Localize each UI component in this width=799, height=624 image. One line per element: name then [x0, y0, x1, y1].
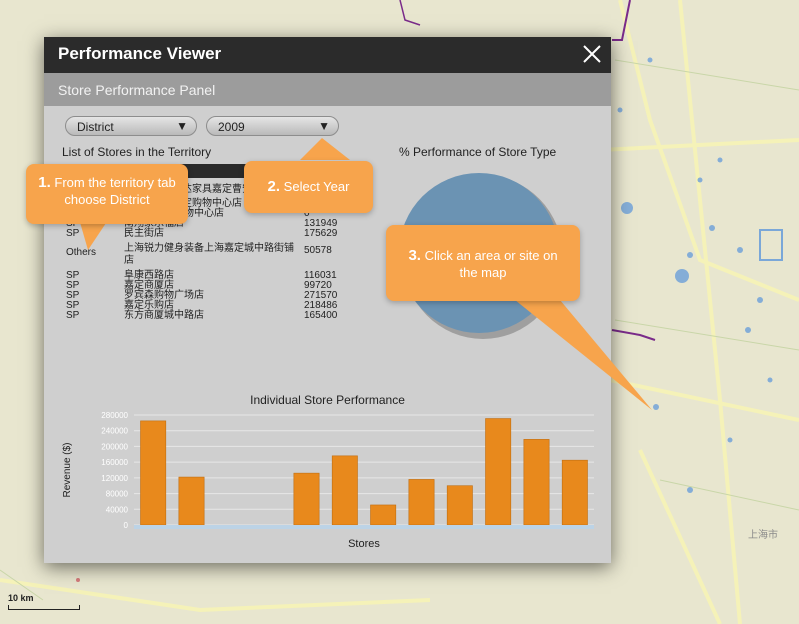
store-list-title: List of Stores in the Territory	[62, 145, 212, 159]
bar[interactable]	[331, 455, 358, 526]
y-tick-label: 120000	[101, 474, 128, 483]
map-scale-bar	[8, 605, 80, 610]
district-dropdown[interactable]: District ▼	[65, 116, 197, 136]
store-revenue-bar-chart[interactable]: 0 40000 80000 120000 160000 200000 240000 28000…	[54, 407, 604, 557]
chevron-down-icon: ▼	[318, 119, 330, 133]
callout-step-1: 1. From the territory tab choose Distric…	[26, 164, 188, 224]
bar[interactable]	[485, 418, 512, 526]
bar-chart-title: Individual Store Performance	[250, 393, 405, 407]
y-tick-label: 40000	[106, 505, 129, 514]
bar[interactable]	[561, 459, 588, 526]
y-tick-label: 200000	[101, 442, 128, 451]
map-scale-label: 10 km	[8, 593, 34, 603]
map-city-label: 上海市	[748, 530, 778, 541]
district-dropdown-value: District	[77, 120, 114, 134]
callout-step-2: 2. Select Year	[244, 161, 373, 213]
panel-header: Store Performance Panel	[44, 73, 611, 106]
bar[interactable]	[523, 439, 550, 526]
bar[interactable]	[446, 485, 473, 526]
panel-title: Store Performance Panel	[58, 82, 216, 98]
bar[interactable]	[293, 472, 320, 526]
viewer-titlebar[interactable]: Performance Viewer	[44, 37, 611, 73]
y-tick-label: 0	[124, 521, 129, 530]
year-dropdown-value: 2009	[218, 120, 245, 134]
year-dropdown[interactable]: 2009 ▼	[206, 116, 339, 136]
bar-chart-y-ticks: 0 40000 80000 120000 160000 200000 240000 28000…	[101, 411, 128, 530]
bar-chart-y-axis-label: Revenue ($)	[62, 442, 73, 497]
callout-step-3: 3. Click an area or site on the map	[386, 225, 580, 301]
viewer-title: Performance Viewer	[58, 44, 222, 63]
y-tick-label: 280000	[101, 411, 128, 420]
bar[interactable]	[178, 476, 205, 526]
bar-chart-x-axis-label: Stores	[348, 538, 380, 550]
y-tick-label: 160000	[101, 458, 128, 467]
y-tick-label: 240000	[101, 427, 128, 436]
bar[interactable]	[140, 420, 167, 526]
y-tick-label: 80000	[106, 490, 129, 499]
bar[interactable]	[370, 504, 397, 526]
bar[interactable]	[408, 479, 435, 526]
pie-chart-title: % Performance of Store Type	[399, 145, 557, 159]
chevron-down-icon: ▼	[176, 119, 188, 133]
close-icon[interactable]	[581, 43, 603, 65]
